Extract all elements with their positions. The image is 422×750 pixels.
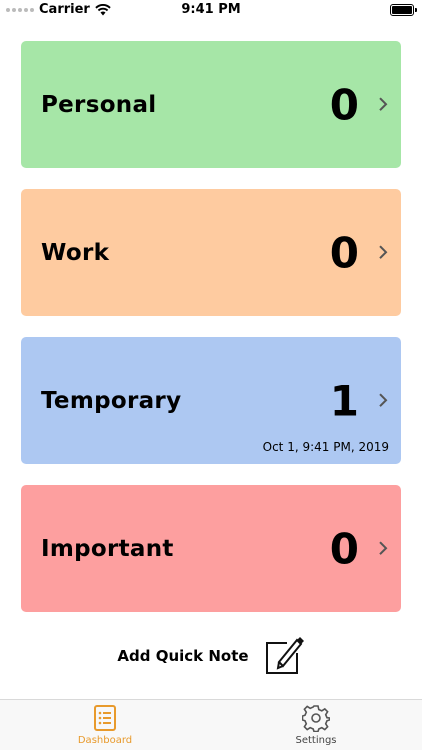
tab-bar: Dashboard Settings — [0, 699, 422, 750]
tab-label: Dashboard — [77, 735, 133, 746]
card-count: 0 — [329, 80, 359, 129]
list-icon — [94, 705, 116, 731]
card-count: 1 — [329, 376, 359, 425]
card-title: Work — [41, 239, 110, 266]
tab-settings[interactable]: Settings — [256, 704, 376, 746]
tab-dashboard[interactable]: Dashboard — [45, 704, 165, 746]
category-card-important[interactable]: Important 0 — [21, 485, 401, 612]
chevron-right-icon — [379, 392, 388, 407]
quick-note-label: Add Quick Note — [117, 647, 249, 665]
battery-icon — [390, 4, 417, 16]
card-title: Important — [41, 535, 174, 562]
card-count: 0 — [329, 228, 359, 277]
card-title: Personal — [41, 91, 157, 118]
chevron-right-icon — [379, 540, 388, 555]
chevron-right-icon — [379, 96, 388, 111]
tab-label: Settings — [295, 735, 337, 746]
compose-icon[interactable] — [263, 635, 305, 677]
category-card-temporary[interactable]: Temporary 1 Oct 1, 9:41 PM, 2019 — [21, 337, 401, 464]
card-count: 0 — [329, 524, 359, 573]
category-card-work[interactable]: Work 0 — [21, 189, 401, 316]
status-bar: Carrier 9:41 PM — [0, 0, 422, 22]
add-quick-note-button[interactable]: Add Quick Note — [0, 632, 422, 680]
status-time: 9:41 PM — [181, 2, 241, 17]
category-card-personal[interactable]: Personal 0 — [21, 41, 401, 168]
chevron-right-icon — [379, 244, 388, 259]
card-title: Temporary — [41, 387, 182, 414]
gear-icon — [302, 705, 330, 732]
card-timestamp: Oct 1, 9:41 PM, 2019 — [262, 440, 389, 454]
